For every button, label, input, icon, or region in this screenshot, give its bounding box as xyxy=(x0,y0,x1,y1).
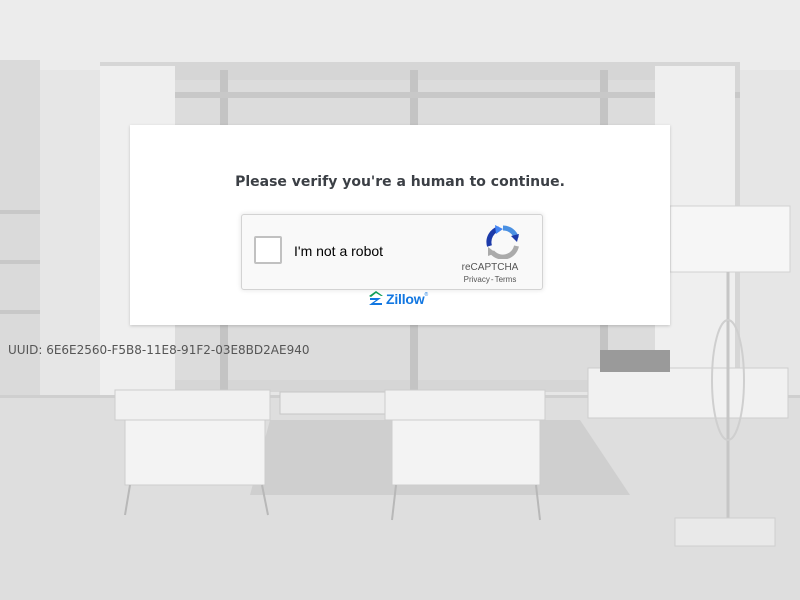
not-a-robot-checkbox[interactable] xyxy=(254,236,282,264)
recaptcha-links: Privacy-Terms xyxy=(450,275,530,284)
recaptcha-logo-icon xyxy=(486,225,520,260)
verify-heading: Please verify you're a human to continue… xyxy=(235,174,565,190)
zillow-logo: Zillow ® xyxy=(368,290,428,308)
captcha-card: Please verify you're a human to continue… xyxy=(130,125,670,325)
zillow-trademark: ® xyxy=(424,292,429,298)
links-separator: - xyxy=(490,275,494,284)
uuid-text: UUID: 6E6E2560-F5B8-11E8-91F2-03E8BD2AE9… xyxy=(8,343,310,357)
terms-link[interactable]: Terms xyxy=(495,275,517,284)
zillow-wordmark: Zillow xyxy=(386,291,425,307)
recaptcha-brand: reCAPTCHA xyxy=(461,262,519,273)
recaptcha-widget: I'm not a robot reCAPTCHA Privacy-Terms xyxy=(241,214,543,290)
checkbox-label: I'm not a robot xyxy=(294,243,384,259)
zillow-z-icon xyxy=(368,290,385,309)
privacy-link[interactable]: Privacy xyxy=(464,275,490,284)
